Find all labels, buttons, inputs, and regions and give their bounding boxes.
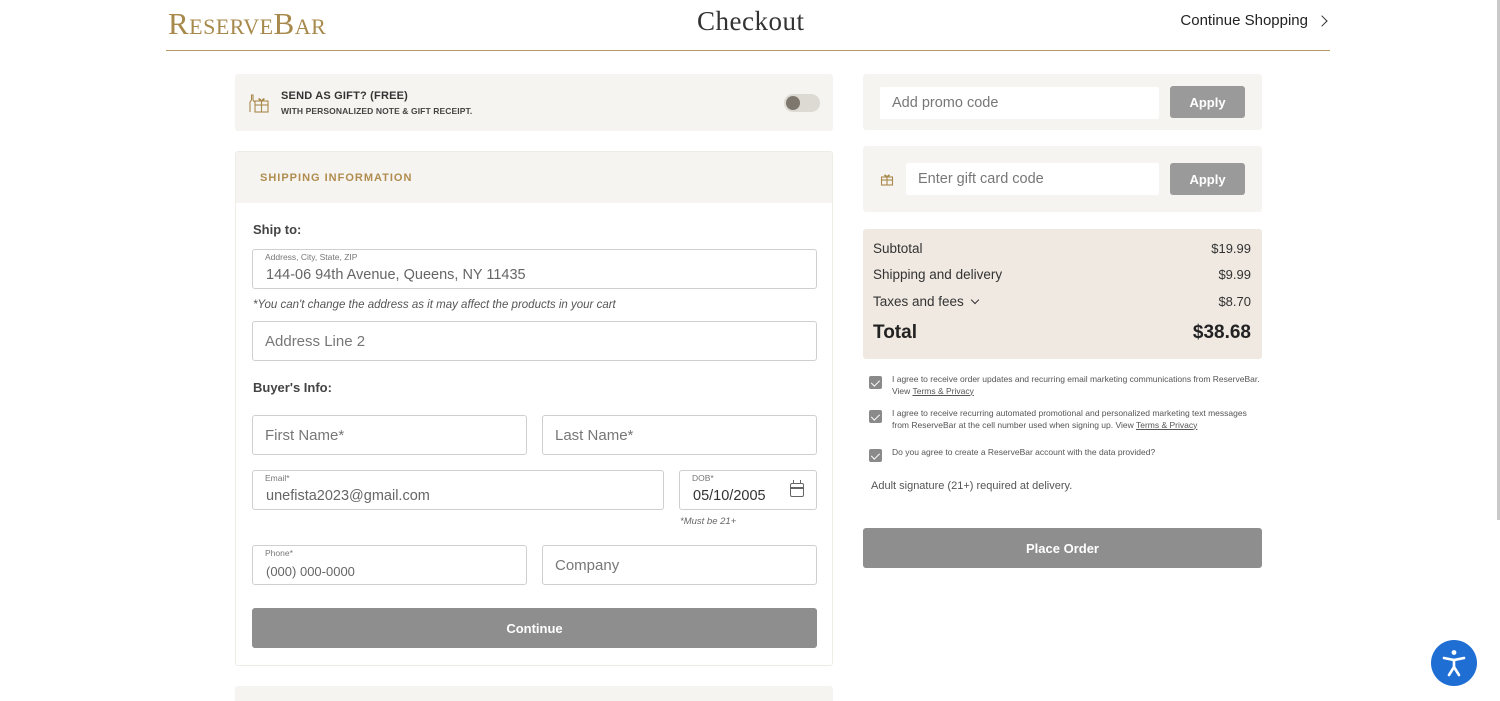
gift-card-input[interactable]: Enter gift card code	[906, 163, 1159, 195]
site-header: ReserveBar Checkout Continue Shopping	[166, 0, 1330, 51]
gift-title: SEND AS GIFT? (FREE)	[281, 90, 409, 102]
shipping-value: $9.99	[1218, 267, 1251, 282]
address-field-label: Address, City, State, ZIP	[265, 252, 358, 262]
account-consent-text: Do you agree to create a ReserveBar acco…	[892, 447, 1156, 457]
chevron-down-icon	[970, 295, 980, 305]
shipping-header: SHIPPING INFORMATION	[236, 152, 832, 203]
sms-terms-link[interactable]: Terms & Privacy	[1136, 420, 1197, 430]
promo-apply-button[interactable]: Apply	[1170, 86, 1245, 118]
reservebar-logo[interactable]: ReserveBar	[168, 6, 326, 42]
gift-toggle[interactable]	[784, 94, 820, 112]
accessibility-icon	[1442, 650, 1466, 677]
address-note: *You can't change the address as it may …	[253, 299, 616, 311]
calendar-icon[interactable]	[790, 480, 804, 497]
page-title: Checkout	[697, 6, 805, 36]
toggle-knob	[786, 96, 800, 110]
subtotal-value: $19.99	[1211, 241, 1251, 256]
promo-code-input[interactable]: Add promo code	[880, 87, 1159, 119]
shipping-row: Shipping and delivery $9.99	[873, 267, 1251, 282]
email-consent: I agree to receive order updates and rec…	[869, 374, 1261, 397]
phone-field-label: Phone*	[265, 548, 293, 558]
gift-icon	[880, 174, 894, 186]
account-consent: Do you agree to create a ReserveBar acco…	[869, 447, 1261, 462]
total-row: Total $38.68	[873, 322, 1251, 344]
phone-field[interactable]: Phone* (000) 000-0000	[252, 545, 527, 585]
sms-consent: I agree to receive recurring automated p…	[869, 408, 1261, 431]
address-field-value: 144-06 94th Avenue, Queens, NY 11435	[266, 267, 526, 283]
continue-button[interactable]: Continue	[252, 608, 817, 648]
send-as-gift-panel: SEND AS GIFT? (FREE) WITH PERSONALIZED N…	[235, 74, 833, 131]
place-order-button[interactable]: Place Order	[863, 528, 1262, 568]
first-name-input[interactable]: First Name*	[252, 415, 527, 455]
last-name-placeholder: Last Name*	[555, 427, 634, 444]
phone-field-value: (000) 000-0000	[266, 564, 355, 579]
address-field[interactable]: Address, City, State, ZIP 144-06 94th Av…	[252, 249, 817, 289]
next-section-panel	[235, 686, 833, 701]
dob-field-value: 05/10/2005	[693, 488, 766, 504]
shipping-information-panel: SHIPPING INFORMATION Ship to: Address, C…	[235, 151, 833, 666]
sms-consent-checkbox[interactable]	[869, 410, 882, 423]
sms-consent-text: I agree to receive recurring automated p…	[892, 408, 1261, 431]
email-terms-link[interactable]: Terms & Privacy	[912, 386, 973, 396]
first-name-placeholder: First Name*	[265, 427, 345, 444]
email-field-value: unefista2023@gmail.com	[266, 488, 430, 504]
shipping-section-title: SHIPPING INFORMATION	[260, 172, 413, 184]
email-consent-text: I agree to receive order updates and rec…	[892, 374, 1261, 397]
dob-field-label: DOB*	[692, 473, 714, 483]
shipping-label: Shipping and delivery	[873, 267, 1003, 282]
taxes-label: Taxes and fees	[873, 294, 964, 309]
taxes-value: $8.70	[1218, 294, 1251, 309]
accessibility-button[interactable]	[1431, 640, 1477, 686]
email-consent-checkbox[interactable]	[869, 376, 882, 389]
dob-note: *Must be 21+	[680, 516, 737, 527]
promo-code-panel: Add promo code Apply	[863, 74, 1262, 130]
address-line-2-input[interactable]: Address Line 2	[252, 321, 817, 361]
buyer-info-label: Buyer's Info:	[253, 380, 332, 395]
company-placeholder: Company	[555, 557, 620, 574]
email-field[interactable]: Email* unefista2023@gmail.com	[252, 470, 664, 510]
order-summary: Subtotal $19.99 Shipping and delivery $9…	[863, 229, 1262, 359]
company-input[interactable]: Company	[542, 545, 817, 585]
chevron-right-icon	[1316, 14, 1328, 27]
last-name-input[interactable]: Last Name*	[542, 415, 817, 455]
account-consent-checkbox[interactable]	[869, 449, 882, 462]
taxes-row[interactable]: Taxes and fees $8.70	[873, 294, 1251, 309]
taxes-toggle[interactable]: Taxes and fees	[873, 294, 980, 309]
continue-shopping-link[interactable]: Continue Shopping	[1180, 12, 1328, 29]
subtotal-row: Subtotal $19.99	[873, 241, 1251, 256]
ship-to-label: Ship to:	[253, 222, 302, 237]
subtotal-label: Subtotal	[873, 241, 923, 256]
total-value: $38.68	[1192, 322, 1251, 343]
total-label: Total	[873, 322, 917, 343]
dob-field[interactable]: DOB* 05/10/2005	[679, 470, 817, 510]
gift-card-panel: Enter gift card code Apply	[863, 146, 1262, 212]
email-field-label: Email*	[265, 473, 290, 483]
address-line-2-placeholder: Address Line 2	[265, 333, 366, 350]
gift-subtitle: WITH PERSONALIZED NOTE & GIFT RECEIPT.	[281, 106, 473, 116]
adult-signature-note: Adult signature (21+) required at delive…	[871, 480, 1073, 492]
gift-card-apply-button[interactable]: Apply	[1170, 163, 1245, 195]
gift-bottles-icon	[249, 94, 269, 113]
continue-shopping-label: Continue Shopping	[1180, 12, 1308, 29]
